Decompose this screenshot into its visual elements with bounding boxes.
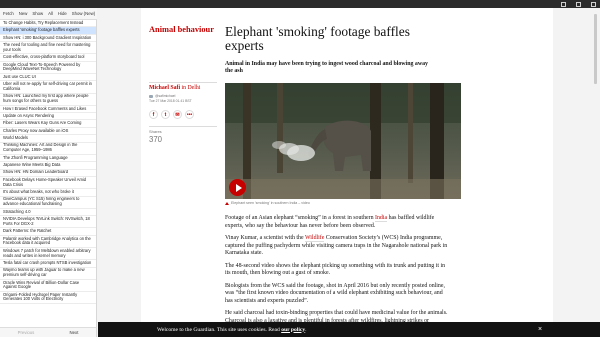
pager: Previous Next xyxy=(0,327,97,337)
toolbar: Fetch New Show All Hide Show (New) xyxy=(0,8,97,20)
window-controls xyxy=(561,0,596,8)
cookie-policy-link[interactable]: our policy xyxy=(281,327,305,333)
facebook-share-icon[interactable]: f xyxy=(149,110,158,119)
fetch-button[interactable]: Fetch xyxy=(3,11,14,16)
paragraph: Biologists from the WCS said the footage… xyxy=(225,282,445,304)
video-still xyxy=(225,83,461,199)
minimize-icon[interactable] xyxy=(561,1,566,7)
list-item[interactable]: World Models xyxy=(0,135,96,143)
list-item[interactable]: Tesla fatal car crash prompts NTSB inves… xyxy=(0,260,96,268)
list-item[interactable]: Thinking Machines: Art and Design in the… xyxy=(0,143,96,155)
list-item[interactable]: Uber will not re-apply for self-driving … xyxy=(0,81,96,94)
list-item[interactable]: NVIDIA Develops 'NVLink Switch: NVSwitch… xyxy=(0,216,96,229)
story-list: To Change Habits, Try Replacement Instea… xyxy=(0,20,97,327)
scrollbar[interactable] xyxy=(594,14,597,84)
list-item[interactable]: The Zhonfi Programming Language xyxy=(0,155,96,163)
handle-text: @safimichael xyxy=(155,94,176,98)
list-item[interactable]: The need for tooling and fine need for m… xyxy=(0,42,96,55)
shares-label: Shares xyxy=(149,129,162,134)
byline-location: in Delhi xyxy=(181,85,201,91)
list-item[interactable]: Show HN: HN Domain Leaderboard xyxy=(0,170,96,178)
close-icon[interactable] xyxy=(591,1,596,7)
video-player[interactable] xyxy=(225,83,461,199)
list-item[interactable]: Strataching 4.0 xyxy=(0,209,96,217)
list-item[interactable]: Origami-Folded Hydrogel Paper Instantly … xyxy=(0,292,96,305)
twitter-share-icon[interactable]: t xyxy=(161,110,170,119)
new-button[interactable]: New xyxy=(19,11,28,16)
caption-triangle-icon xyxy=(225,201,229,205)
section-label[interactable]: Animal behaviour xyxy=(149,25,214,34)
author-handle[interactable]: @safimichael xyxy=(149,94,175,98)
list-item-selected[interactable]: Elephant 'smoking' footage baffles exper… xyxy=(0,27,96,35)
list-item[interactable]: GiveCampus (YC S15) hiring engineers to … xyxy=(0,197,96,209)
list-item[interactable]: How I Erased Facebook Comments and Likes xyxy=(0,106,96,114)
cookie-message: Welcome to the Guardian. This site uses … xyxy=(157,326,307,333)
show-new-button[interactable]: Show (New) xyxy=(72,11,95,16)
article-body: Footage of an Asian elephant “smoking” i… xyxy=(225,215,449,337)
list-item[interactable]: Just use CLUC UI xyxy=(0,74,96,82)
share-buttons: f t ✉ ••• xyxy=(149,110,194,119)
list-item[interactable]: Show HN: Launched my first app where peo… xyxy=(0,94,96,106)
paragraph: The 48-second video shows the elephant p… xyxy=(225,262,446,277)
divider xyxy=(149,126,217,127)
inline-link[interactable]: India xyxy=(375,215,388,222)
list-item[interactable]: Japanese Wine Meets Big Data xyxy=(0,162,96,170)
list-item[interactable]: Show HN: i 300 Background Gradient Inspi… xyxy=(0,35,96,43)
close-icon[interactable]: × xyxy=(538,326,542,333)
list-item[interactable]: Dark Patterns: the Ratchet xyxy=(0,228,96,236)
cookie-banner: Welcome to the Guardian. This site uses … xyxy=(98,322,600,337)
list-item[interactable]: It's about what breaks, not who broke it xyxy=(0,189,96,197)
media-caption: Elephant seen 'smoking' in southern Indi… xyxy=(225,201,310,205)
maximize-icon[interactable] xyxy=(576,1,581,7)
list-item[interactable]: Waymo teams up with Jaguar to make a new… xyxy=(0,268,96,280)
hide-button[interactable]: Hide xyxy=(58,11,67,16)
standfirst: Animal in India may have been trying to … xyxy=(225,61,428,75)
more-share-icon[interactable]: ••• xyxy=(185,110,194,119)
list-item[interactable]: Facebook Delays Home-Speaker Unveil Amid… xyxy=(0,177,96,190)
headline: Elephant 'smoking' footage baffles exper… xyxy=(225,24,410,53)
list-item[interactable]: Palantir worked with Cambridge Analytica… xyxy=(0,236,96,248)
list-item[interactable]: Charles Proxy now available on iOS xyxy=(0,128,96,136)
article: Animal behaviour Michael Safi in Delhi @… xyxy=(141,8,553,337)
list-item[interactable]: Cost-effective, cross-platform storyboar… xyxy=(0,54,96,62)
show-button[interactable]: Show xyxy=(32,11,43,16)
next-button[interactable]: Next xyxy=(70,330,79,335)
list-item[interactable]: Update on Async Rendering xyxy=(0,113,96,121)
list-item[interactable]: Windows 7 patch for Meltdown enabled arb… xyxy=(0,248,96,261)
window-titlebar xyxy=(0,0,600,8)
play-icon xyxy=(235,183,242,192)
shares-count: 370 xyxy=(149,135,163,144)
divider xyxy=(149,82,217,83)
paragraph: Vinay Kumar, a scientist with the Wildli… xyxy=(225,235,448,256)
previous-button[interactable]: Previous xyxy=(18,330,35,335)
list-item[interactable]: Fiber: Lasers Wears Kay Guns Are Coming xyxy=(0,120,96,128)
byline: Michael Safi in Delhi xyxy=(149,85,200,91)
article-date: Tue 27 Mar 2018 01.41 BST xyxy=(149,99,192,103)
list-item[interactable]: Oracle Wins Revival of Billion-Dollar Ca… xyxy=(0,280,96,292)
email-share-icon[interactable]: ✉ xyxy=(173,110,182,119)
list-item[interactable]: Google Cloud Text-To-Speech Powered by D… xyxy=(0,62,96,74)
article-viewer: Animal behaviour Michael Safi in Delhi @… xyxy=(98,8,600,337)
paragraph: Footage of an Asian elephant “smoking” i… xyxy=(225,215,435,229)
inline-link[interactable]: Wildlife xyxy=(304,235,325,242)
twitter-icon xyxy=(149,94,153,98)
author-name[interactable]: Michael Safi xyxy=(149,85,180,91)
play-button[interactable] xyxy=(229,179,246,196)
all-button[interactable]: All xyxy=(48,11,53,16)
list-item[interactable]: To Change Habits, Try Replacement Instea… xyxy=(0,20,96,28)
caption-text: Elephant seen 'smoking' in southern Indi… xyxy=(231,201,310,205)
